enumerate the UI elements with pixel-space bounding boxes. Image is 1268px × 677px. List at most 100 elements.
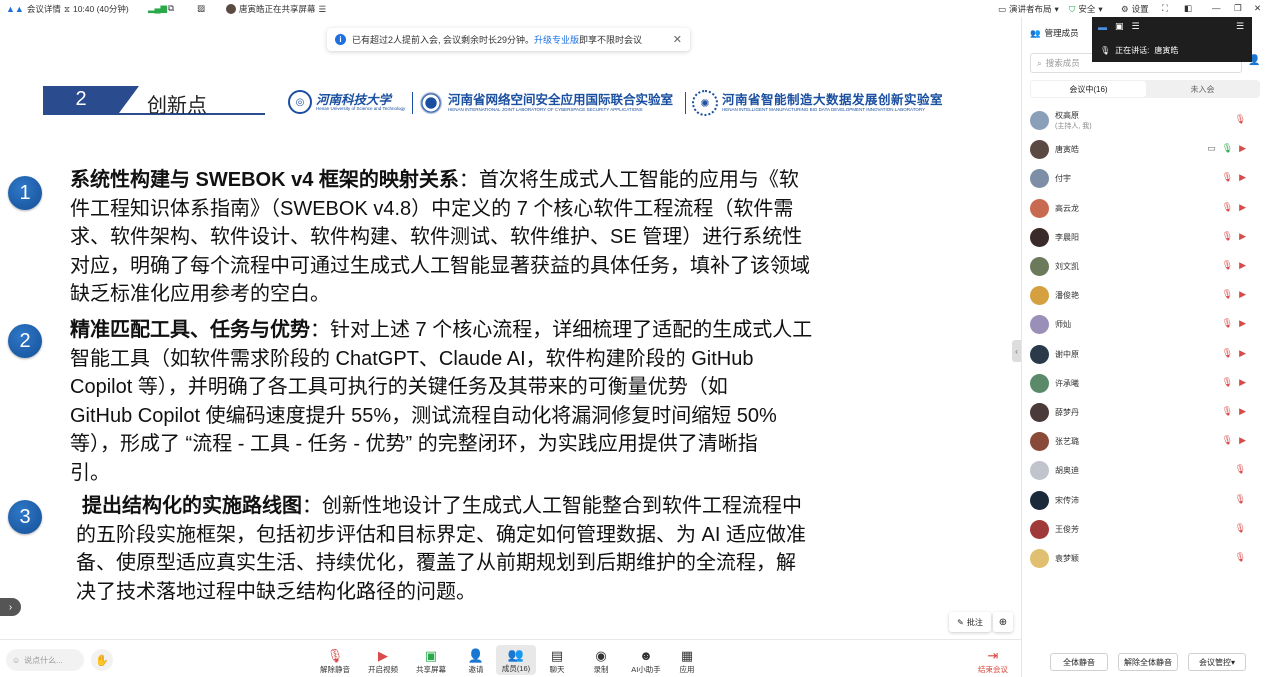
member-row[interactable]: 宋传沛 🎙 xyxy=(1030,486,1260,515)
tab-in-meeting[interactable]: 会议中(16) xyxy=(1031,81,1146,97)
close-icon[interactable]: ✕ xyxy=(673,33,682,46)
popout-icon[interactable]: ⧉ xyxy=(168,3,174,14)
mic-muted-icon: 🎙 xyxy=(1221,172,1234,183)
member-row[interactable]: 李晨阳 🎙 ▶ xyxy=(1030,223,1260,252)
emoji-icon: ☺ xyxy=(12,655,21,665)
layout-button[interactable]: ▭ 演讲者布局 ▾ xyxy=(998,3,1059,15)
logo-subtitle: HENAN INTERNATIONAL JOINT LABORATORY OF … xyxy=(448,106,643,112)
annotation-mode-icon[interactable]: ▨ xyxy=(197,3,205,14)
member-row[interactable]: 胡奥迪 🎙 xyxy=(1030,456,1260,485)
security-button[interactable]: ⛉ 安全 ▾ xyxy=(1069,3,1103,15)
mic-muted-icon: 🎙 xyxy=(1221,289,1234,300)
bigdata-lab-icon: ✺ xyxy=(692,90,718,116)
sidebar-toggle-icon[interactable]: ◧ xyxy=(1184,3,1192,14)
member-info: 李晨阳 xyxy=(1055,232,1079,243)
university-seal-icon: ◎ xyxy=(288,90,312,114)
innovation-point-3: 提出结构化的实施路线图：创新性地设计了生成式人工智能整合到软件工程流程中 的五阶… xyxy=(76,492,876,606)
section-number: 2 xyxy=(43,86,119,113)
members-button[interactable]: 👥 成员(16) xyxy=(496,645,536,675)
member-info: 唐寅皓 xyxy=(1055,144,1079,155)
collapse-panel-icon[interactable]: ‹ xyxy=(1012,340,1021,362)
settings-button[interactable]: ⚙ 设置 xyxy=(1121,3,1149,15)
member-row[interactable]: 高云龙 🎙 ▶ xyxy=(1030,194,1260,223)
logo-name: 河南省网络空间安全应用国际联合实验室 xyxy=(448,92,674,107)
apps-button[interactable]: ▦ 应用 xyxy=(667,648,707,675)
share-screen-button[interactable]: ▣ 共享屏幕 xyxy=(411,648,451,675)
point-text-line: 引。 xyxy=(70,461,110,484)
record-button[interactable]: ◉ 录制 xyxy=(581,648,621,675)
window-icon[interactable]: ▣ xyxy=(1115,21,1124,32)
fullscreen-icon[interactable]: ⛶ xyxy=(1162,3,1168,14)
point-title: 系统性构建与 SWEBOK v4 框架的映射关系 xyxy=(70,169,459,191)
member-info: 许承曦 xyxy=(1055,378,1079,389)
upgrade-link[interactable]: 升级专业版 xyxy=(534,33,579,46)
chat-input[interactable]: ☺ 说点什么... xyxy=(6,649,84,671)
avatar xyxy=(1030,111,1049,130)
point-text-line: GitHub Copilot 使编码速度提升 55%，测试流程自动化将漏洞修复时… xyxy=(70,404,777,427)
member-row[interactable]: 付宇 🎙 ▶ xyxy=(1030,164,1260,193)
avatar xyxy=(1030,140,1049,160)
point-title: 提出结构化的实施路线图 xyxy=(82,495,302,517)
unmute-all-button[interactable]: 解除全体静音 xyxy=(1118,653,1178,671)
raise-hand-icon[interactable]: ✋ xyxy=(91,649,113,671)
zoom-icon[interactable]: ⊕ xyxy=(993,612,1013,632)
mic-icon: 🎙 xyxy=(1100,46,1111,55)
ai-assistant-button[interactable]: ☻ AI小助手 xyxy=(626,648,666,675)
camera-off-icon: ▶ xyxy=(1239,201,1246,212)
member-status-icons: 🎙 ▶ xyxy=(1222,260,1246,271)
meeting-window: ▲▲ 会议详情 ⧖ 10:40 (40分钟) ▂▄▆ ⧉ ▨ 唐寅皓正在共享屏幕… xyxy=(0,0,1268,677)
end-meeting-button[interactable]: ⇥ 结束会议 xyxy=(973,648,1013,675)
member-row[interactable]: 薛梦丹 🎙 ▶ xyxy=(1030,398,1260,427)
member-status-icons: 🎙 ▶ xyxy=(1222,377,1246,388)
member-row[interactable]: 师灿 🎙 ▶ xyxy=(1030,310,1260,339)
start-video-button[interactable]: ▶ 开启视频 xyxy=(363,648,403,675)
tab-not-joined[interactable]: 未入会 xyxy=(1146,84,1259,95)
mic-muted-icon: 🎙 xyxy=(1234,552,1246,562)
chat-button[interactable]: ▤ 聊天 xyxy=(537,648,577,675)
invite-button[interactable]: 👤 邀请 xyxy=(456,648,496,675)
speaker-name: 唐寅皓 xyxy=(1154,46,1179,55)
point-text-line: 缺乏标准化应用参考的空白。 xyxy=(70,283,330,305)
list-icon[interactable]: ☰ xyxy=(1132,21,1140,32)
annotate-button[interactable]: ✎ 批注 xyxy=(949,612,991,632)
mic-muted-icon: 🎙 xyxy=(1234,114,1246,124)
avatar xyxy=(1030,286,1049,306)
member-info: 薛梦丹 xyxy=(1055,407,1079,418)
close-icon[interactable]: ✕ xyxy=(1254,3,1261,14)
member-row[interactable]: 张艺璐 🎙 ▶ xyxy=(1030,427,1260,456)
mute-all-button[interactable]: 全体静音 xyxy=(1050,653,1108,671)
member-name: 师灿 xyxy=(1055,320,1071,330)
point-text-line: 智能工具（如软件需求阶段的 ChatGPT、Claude AI，软件构建阶段的 … xyxy=(70,347,754,370)
toolbar-label: AI小助手 xyxy=(631,665,661,674)
member-status-icons: 🎙 ▶ xyxy=(1222,289,1246,300)
avatar xyxy=(1030,403,1049,422)
innovation-point-2: 精准匹配工具、任务与优势：针对上述 7 个核心流程，详细梳理了适配的生成式人工 … xyxy=(70,316,870,487)
overlay-controls: ▬ ▣ ☰ xyxy=(1098,21,1140,32)
member-row[interactable]: 袁梦颖 🎙 xyxy=(1030,544,1260,573)
expand-left-icon[interactable]: › xyxy=(0,598,21,616)
unmute-button[interactable]: 🎙 解除静音 xyxy=(315,648,355,675)
meeting-info-button[interactable]: ▲▲ 会议详情 xyxy=(6,3,61,15)
ai-assistant-icon: ☻ xyxy=(639,648,653,663)
minimize-icon[interactable]: ▬ xyxy=(1098,22,1107,32)
record-icon: ◉ xyxy=(595,648,607,663)
member-row[interactable]: 刘文凯 🎙 ▶ xyxy=(1030,252,1260,281)
member-row[interactable]: 王俊芳 🎙 xyxy=(1030,515,1260,544)
member-row[interactable]: 许承曦 🎙 ▶ xyxy=(1030,369,1260,398)
member-row[interactable]: 权高原 (主持人, 我) 🎙 xyxy=(1030,106,1260,135)
mic-muted-icon: 🎙 xyxy=(1221,201,1234,212)
maximize-icon[interactable]: ❐ xyxy=(1234,3,1242,14)
member-row[interactable]: 潘俊艳 🎙 ▶ xyxy=(1030,281,1260,310)
menu-icon[interactable]: ☰ xyxy=(319,4,327,15)
logo-manufacturing-lab: ✺ 河南省智能制造大数据发展创新实验室 HENAN INTELLIGENT MA… xyxy=(692,90,943,116)
meeting-control-button[interactable]: 会议管控 ▾ xyxy=(1188,653,1246,671)
member-status-icons: 🎙 xyxy=(1235,523,1246,534)
minimize-icon[interactable]: — xyxy=(1212,3,1221,13)
avatar xyxy=(1030,315,1049,335)
annotate-label: 批注 xyxy=(966,617,983,627)
sharing-status: 唐寅皓正在共享屏幕 ☰ xyxy=(226,3,326,15)
member-row[interactable]: 唐寅皓 ▭ 🎙 ▶ xyxy=(1030,135,1260,164)
menu-icon[interactable]: ☰ xyxy=(1236,21,1244,32)
member-row[interactable]: 谢中原 🎙 ▶ xyxy=(1030,340,1260,369)
member-name: 唐寅皓 xyxy=(1055,145,1079,155)
